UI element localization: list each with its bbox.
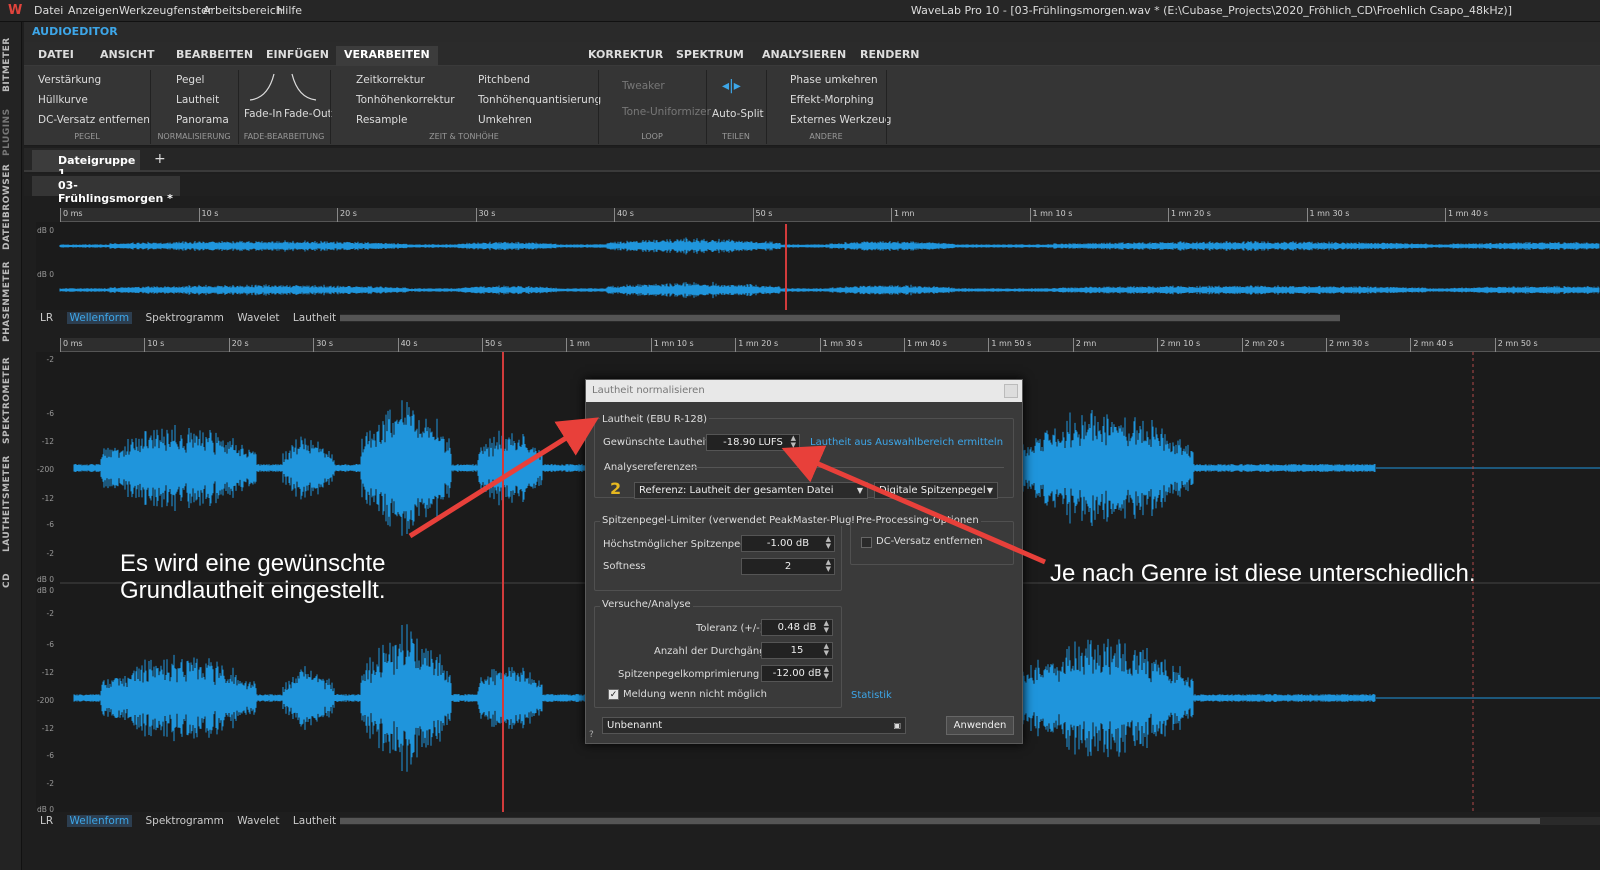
arrow-left — [408, 417, 599, 539]
arrow-right — [781, 445, 1046, 565]
annotation-arrows — [408, 417, 1046, 565]
